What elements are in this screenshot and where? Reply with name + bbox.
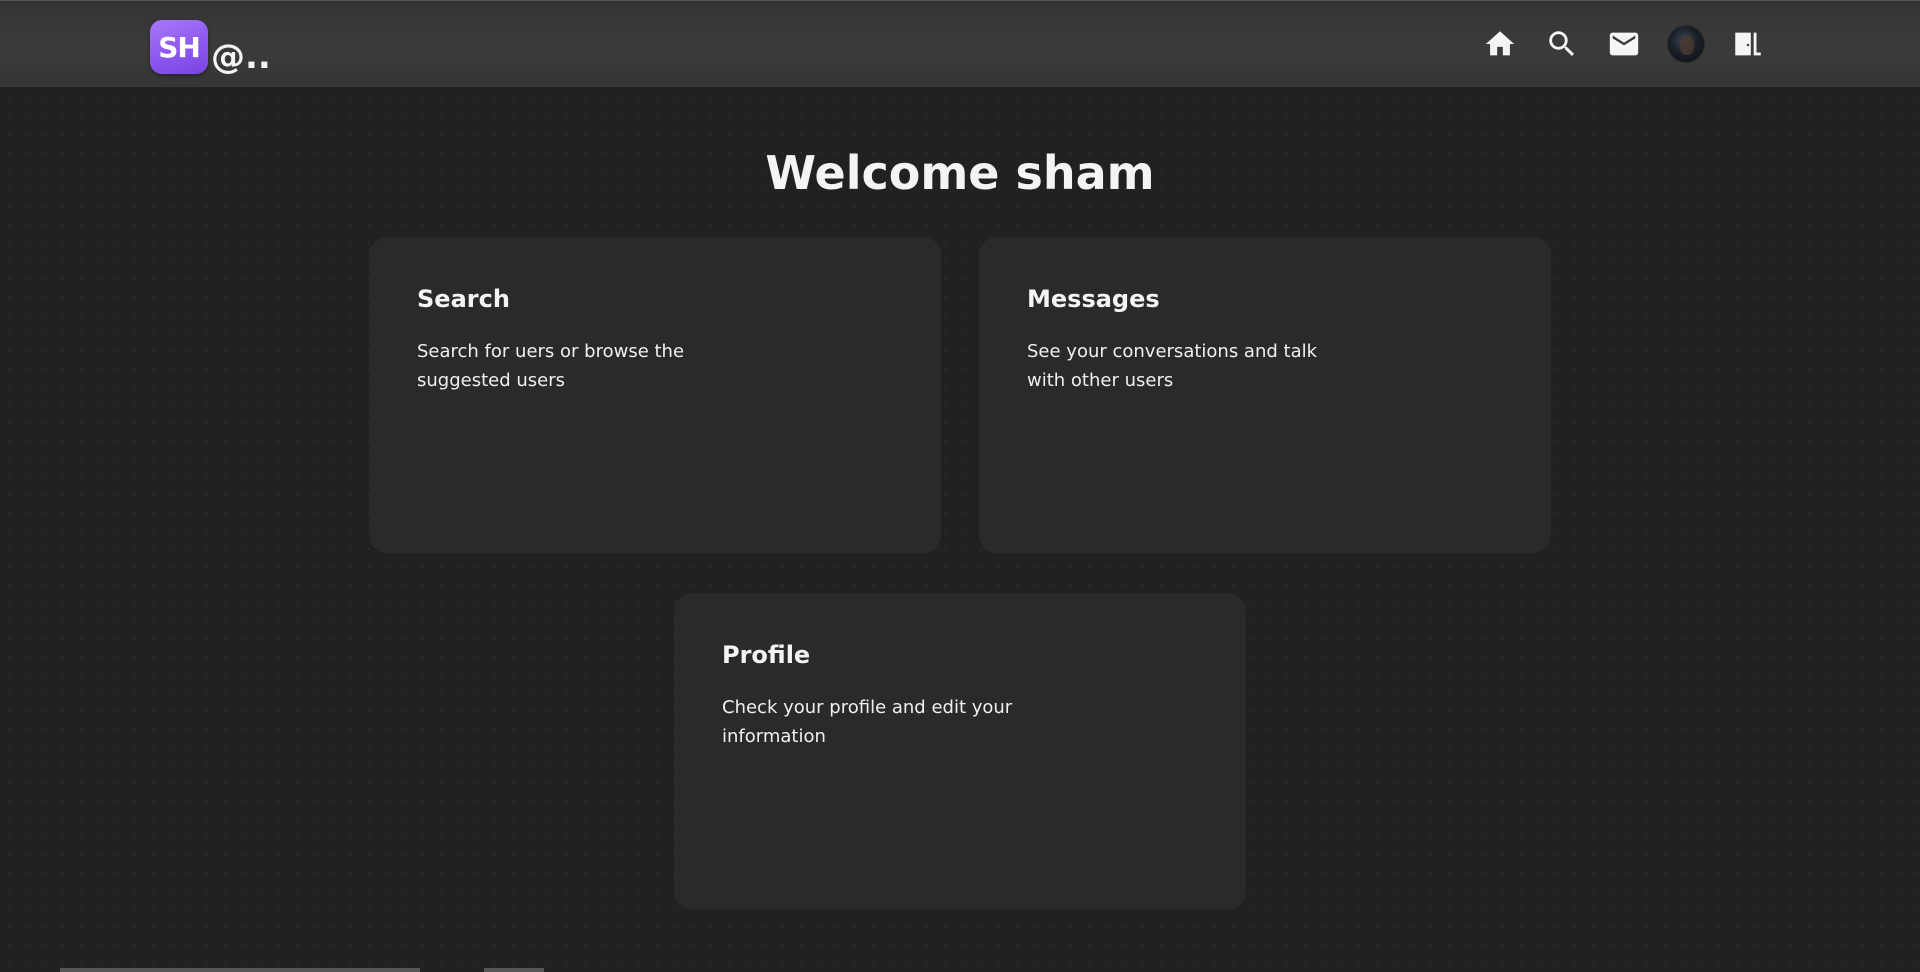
messages-card[interactable]: Messages See your conversations and talk… (979, 237, 1551, 553)
navbar: SH @.. (0, 0, 1920, 87)
profile-button[interactable] (1666, 24, 1706, 64)
home-button[interactable] (1480, 24, 1520, 64)
avatar (1667, 25, 1705, 63)
brand-suffix: @.. (211, 37, 271, 77)
card-description: Search for uers or browse the suggested … (417, 341, 685, 391)
brand-logo[interactable]: SH @.. (150, 18, 271, 74)
welcome-title: Welcome sham (765, 146, 1155, 200)
card-description: See your conversations and talk with oth… (1027, 341, 1318, 391)
logout-icon (1735, 32, 1761, 56)
messages-button[interactable] (1604, 24, 1644, 64)
card-description: Check your profile and edit your informa… (722, 697, 1013, 747)
search-card[interactable]: Search Search for uers or browse the sug… (369, 237, 941, 553)
profile-card[interactable]: Profile Check your profile and edit your… (674, 593, 1246, 909)
card-title: Search (417, 285, 510, 313)
card-title: Profile (722, 641, 811, 669)
horizontal-scrollbar[interactable] (60, 968, 420, 972)
scrollbar-thumb[interactable] (484, 968, 544, 972)
search-icon (1549, 31, 1575, 57)
search-button[interactable] (1542, 24, 1582, 64)
brand-badge: SH (150, 20, 208, 74)
card-title: Messages (1027, 285, 1160, 313)
mail-icon (1609, 32, 1639, 56)
home-icon (1485, 31, 1515, 56)
nav-icons (1458, 24, 1768, 64)
logout-button[interactable] (1728, 24, 1768, 64)
